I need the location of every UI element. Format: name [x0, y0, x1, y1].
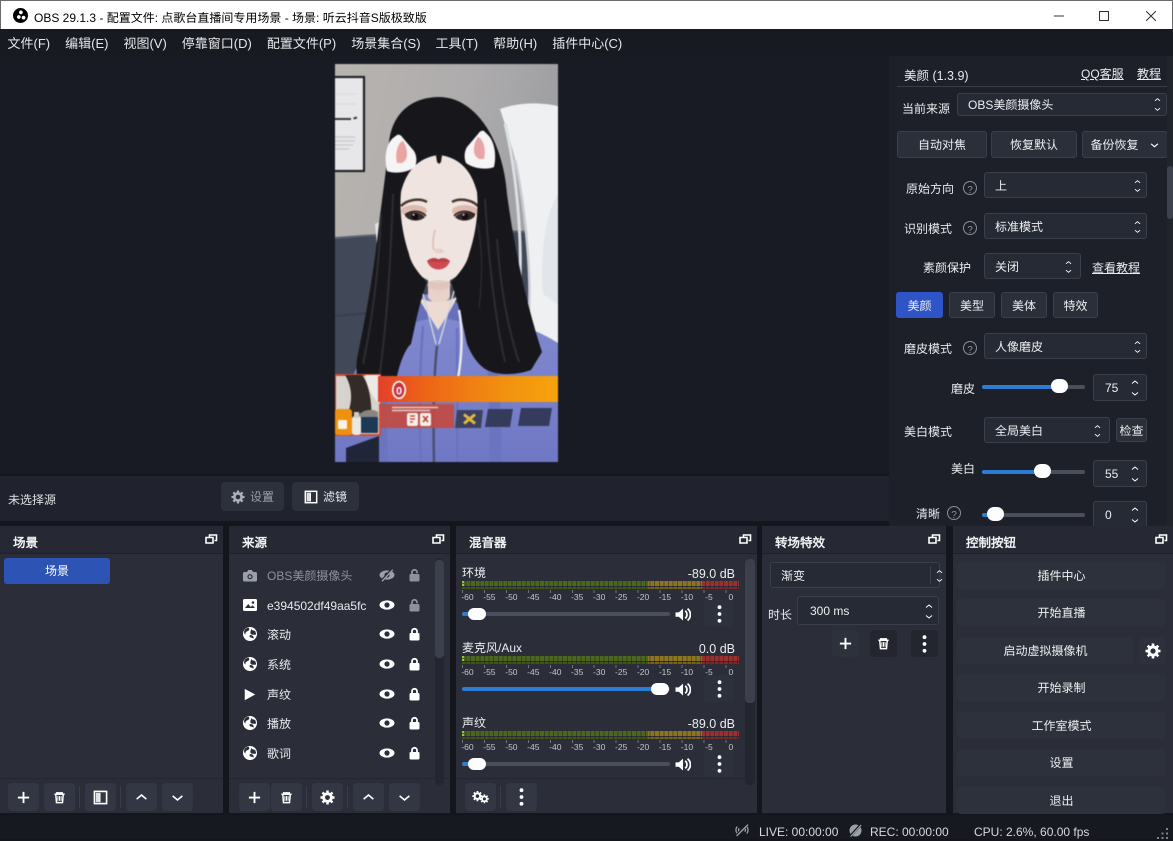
svg-text:0: 0	[396, 386, 402, 398]
